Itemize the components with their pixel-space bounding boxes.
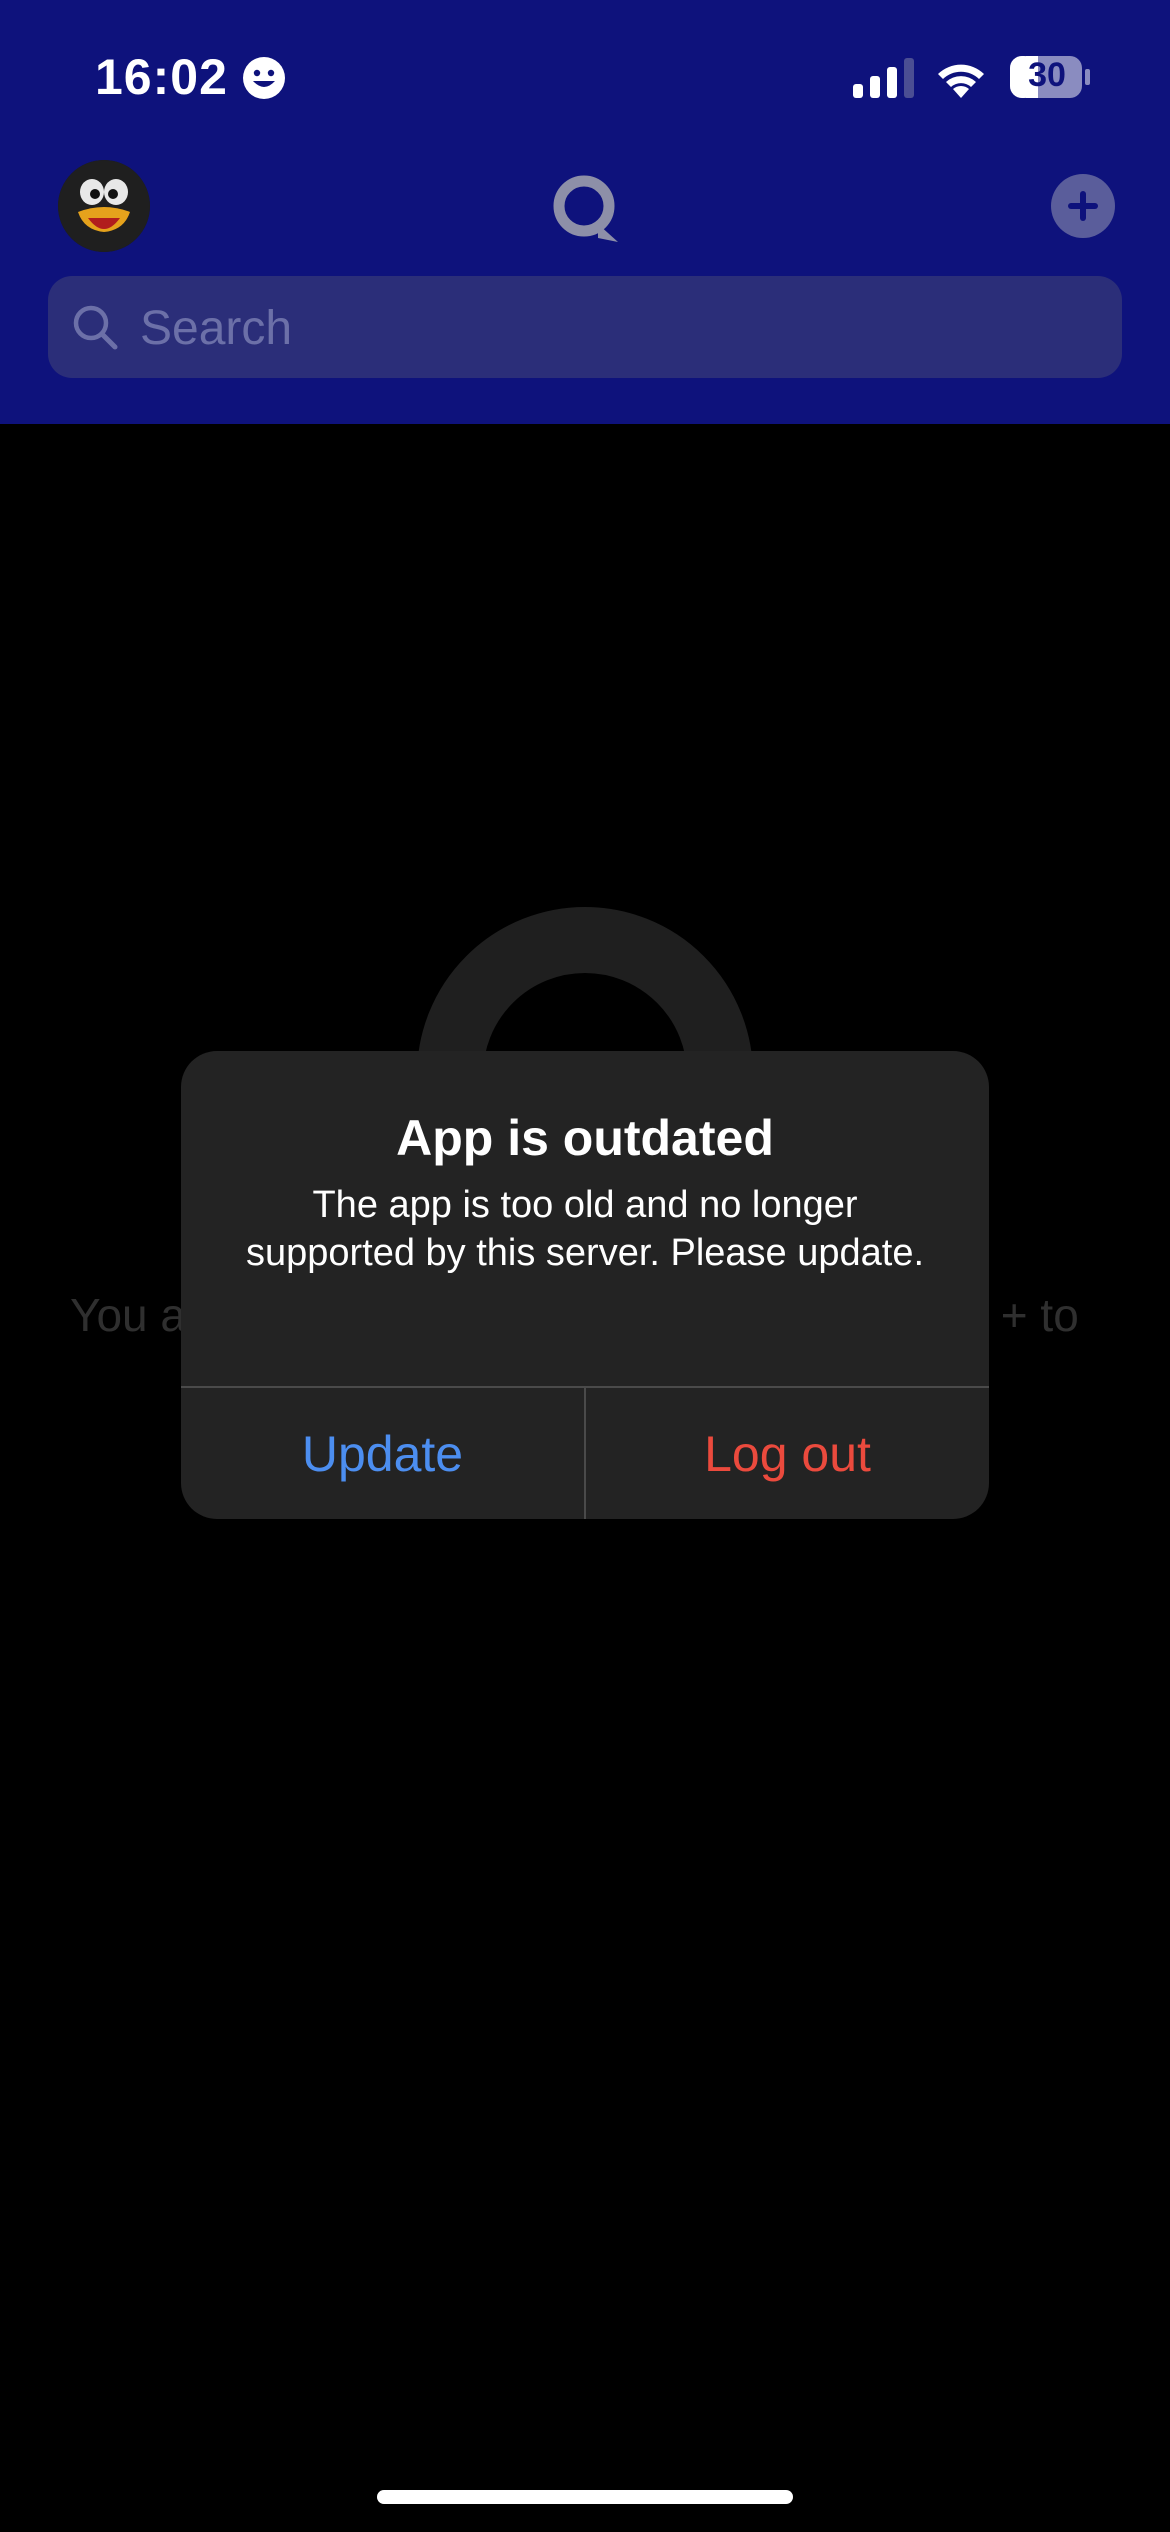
search-bar[interactable]: [48, 276, 1122, 380]
dialog-message: The app is too old and no longer support…: [245, 1184, 925, 1274]
home-indicator[interactable]: [377, 2490, 793, 2504]
alert-dialog: App is outdated The app is too old and n…: [181, 1051, 989, 1519]
battery-level: 30: [1028, 56, 1066, 94]
smiley-icon: [243, 57, 285, 99]
cellular-signal-icon: [853, 58, 914, 98]
penguin-avatar-icon: [58, 160, 150, 252]
dialog-title: App is outdated: [396, 1110, 774, 1166]
empty-hint-left: You a: [70, 1289, 186, 1341]
app-logo-icon: [553, 175, 618, 242]
plus-icon: [1068, 191, 1098, 221]
search-input[interactable]: [138, 276, 1102, 380]
search-icon: [73, 305, 118, 350]
avatar[interactable]: [58, 160, 150, 252]
app-header: 16:02 30: [0, 0, 1170, 424]
status-time: 16:02: [95, 49, 228, 105]
log-out-button[interactable]: Log out: [586, 1388, 989, 1519]
add-button[interactable]: [1051, 174, 1115, 238]
update-button[interactable]: Update: [181, 1388, 584, 1519]
wifi-icon: [938, 64, 984, 98]
